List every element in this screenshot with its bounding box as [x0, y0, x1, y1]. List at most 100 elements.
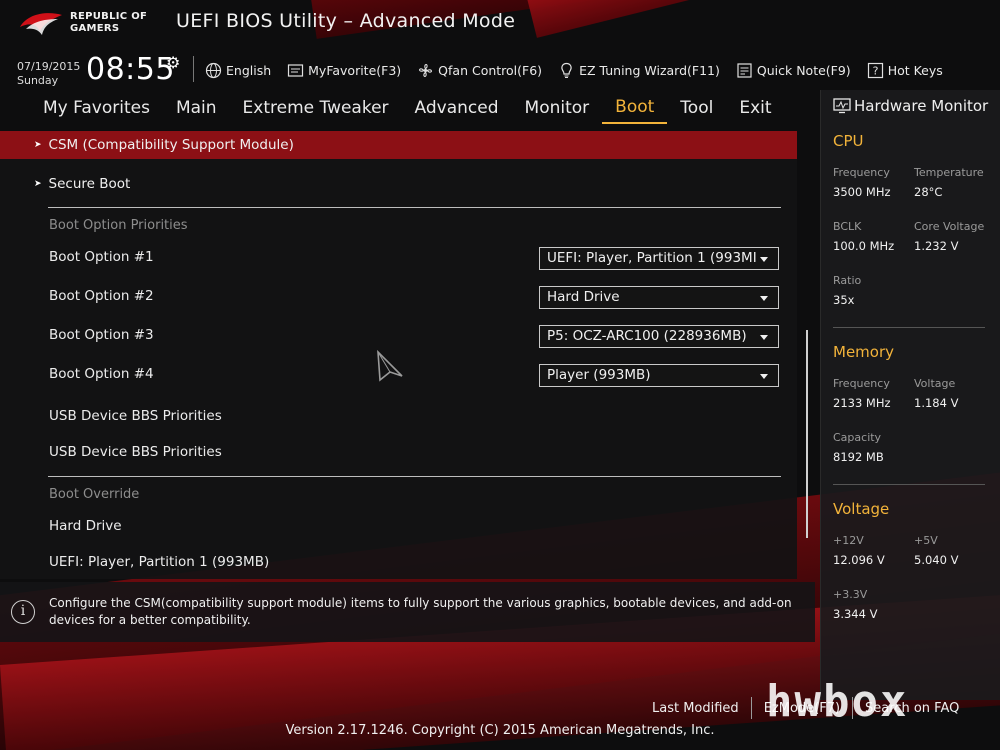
- boot-option-2-value: Hard Drive: [547, 289, 620, 305]
- boot-option-1-label: Boot Option #1: [49, 249, 154, 265]
- tab-main[interactable]: Main: [163, 96, 230, 124]
- note-icon: [736, 62, 753, 79]
- tab-boot[interactable]: Boot: [602, 96, 668, 124]
- help-bar: i Configure the CSM(compatibility suppor…: [0, 582, 815, 642]
- v33-label: +3.3V: [833, 588, 868, 601]
- hot-keys-button[interactable]: ? Hot Keys: [867, 62, 943, 79]
- fan-icon: [417, 62, 434, 79]
- boot-option-3-value: P5: OCZ-ARC100 (228936MB): [547, 328, 747, 344]
- secure-boot-label: Secure Boot: [48, 176, 131, 192]
- scrollbar[interactable]: [806, 330, 808, 538]
- tab-extreme-tweaker[interactable]: Extreme Tweaker: [230, 96, 402, 124]
- submenu-arrow-icon: ➤: [34, 140, 42, 150]
- tab-my-favorites[interactable]: My Favorites: [30, 96, 163, 124]
- day: Sunday: [17, 74, 59, 87]
- ez-tuning-button[interactable]: EZ Tuning Wizard(F11): [558, 62, 720, 79]
- chevron-down-icon: [760, 335, 768, 340]
- language-button[interactable]: English: [205, 62, 271, 79]
- tab-tool[interactable]: Tool: [667, 96, 726, 124]
- date-display: 07/19/2015 Sunday: [17, 60, 80, 88]
- cpu-temperature-label: Temperature: [914, 166, 984, 179]
- core-voltage-label: Core Voltage: [914, 220, 985, 233]
- tab-advanced[interactable]: Advanced: [402, 96, 512, 124]
- bclk-value: 100.0 MHz: [833, 239, 895, 253]
- v5-value: 5.040 V: [914, 553, 959, 567]
- ratio-label: Ratio: [833, 274, 862, 287]
- boot-priorities-heading: Boot Option Priorities: [49, 218, 188, 233]
- quick-note-button[interactable]: Quick Note(F9): [736, 62, 851, 79]
- secure-boot-menu-item[interactable]: ➤ Secure Boot: [34, 176, 130, 192]
- boot-override-heading: Boot Override: [49, 487, 140, 502]
- v5-label: +5V: [914, 534, 938, 547]
- qfan-button[interactable]: Qfan Control(F6): [417, 62, 542, 79]
- info-icon: i: [11, 600, 35, 624]
- chevron-down-icon: [760, 374, 768, 379]
- v33-value: 3.344 V: [833, 607, 878, 621]
- hot-keys-label: Hot Keys: [887, 62, 943, 78]
- boot-override-item[interactable]: UEFI: Player, Partition 1 (993MB): [49, 554, 269, 570]
- section-divider: [48, 207, 781, 208]
- gear-icon[interactable]: ⚙: [166, 53, 180, 72]
- hardware-monitor-panel: Hardware Monitor CPU Frequency Temperatu…: [820, 90, 1000, 700]
- rog-eye-icon: [20, 13, 62, 35]
- v12-value: 12.096 V: [833, 553, 885, 567]
- tab-monitor[interactable]: Monitor: [512, 96, 603, 124]
- core-voltage-value: 1.232 V: [914, 239, 959, 253]
- csm-menu-item[interactable]: ➤ CSM (Compatibility Support Module): [34, 137, 294, 153]
- usb-bbs-priorities-item-2[interactable]: USB Device BBS Priorities: [49, 444, 222, 460]
- tab-exit[interactable]: Exit: [726, 96, 784, 124]
- cpu-heading: CPU: [833, 132, 864, 150]
- boot-option-4-select[interactable]: Player (993MB): [539, 364, 779, 387]
- memory-frequency-label: Frequency: [833, 377, 890, 390]
- hw-divider: [833, 327, 985, 328]
- boot-option-1-value: UEFI: Player, Partition 1 (993MI: [547, 250, 757, 266]
- chevron-down-icon: [760, 257, 768, 262]
- memory-heading: Memory: [833, 343, 895, 361]
- hwbox-watermark: hwbox: [766, 676, 909, 727]
- toolbar-divider: [193, 56, 194, 82]
- memory-capacity-value: 8192 MB: [833, 450, 884, 464]
- clock[interactable]: 08:55: [86, 52, 175, 87]
- cpu-frequency-value: 3500 MHz: [833, 185, 891, 199]
- monitor-icon: [833, 98, 851, 114]
- memory-frequency-value: 2133 MHz: [833, 396, 891, 410]
- boot-override-item[interactable]: Hard Drive: [49, 518, 122, 534]
- boot-option-3-label: Boot Option #3: [49, 327, 154, 343]
- rog-logo: REPUBLIC OF GAMERS: [18, 7, 168, 41]
- hardware-monitor-label: Hardware Monitor: [854, 97, 989, 115]
- boot-option-3-select[interactable]: P5: OCZ-ARC100 (228936MB): [539, 325, 779, 348]
- v12-label: +12V: [833, 534, 864, 547]
- globe-icon: [205, 62, 222, 79]
- language-label: English: [226, 62, 272, 78]
- voltage-heading: Voltage: [833, 500, 890, 518]
- memory-voltage-label: Voltage: [914, 377, 956, 390]
- bclk-label: BCLK: [833, 220, 862, 233]
- ez-tuning-label: EZ Tuning Wizard(F11): [579, 62, 720, 78]
- qfan-label: Qfan Control(F6): [438, 62, 543, 78]
- main-menu: My Favorites Main Extreme Tweaker Advanc…: [30, 96, 785, 124]
- boot-option-2-select[interactable]: Hard Drive: [539, 286, 779, 309]
- memory-capacity-label: Capacity: [833, 431, 882, 444]
- ratio-value: 35x: [833, 293, 855, 307]
- header: REPUBLIC OF GAMERS UEFI BIOS Utility – A…: [0, 0, 1000, 96]
- logo-text-line1: REPUBLIC OF: [70, 11, 148, 22]
- logo-text-line2: GAMERS: [70, 23, 120, 34]
- boot-option-1-select[interactable]: UEFI: Player, Partition 1 (993MI: [539, 247, 779, 270]
- myfavorite-button[interactable]: MyFavorite(F3): [287, 62, 401, 79]
- memory-voltage-value: 1.184 V: [914, 396, 959, 410]
- boot-option-4-label: Boot Option #4: [49, 366, 154, 382]
- svg-text:?: ?: [872, 64, 878, 77]
- usb-bbs-priorities-item-1[interactable]: USB Device BBS Priorities: [49, 408, 222, 424]
- help-description: Configure the CSM(compatibility support …: [49, 596, 792, 627]
- submenu-arrow-icon: ➤: [34, 179, 42, 189]
- app-title: UEFI BIOS Utility – Advanced Mode: [176, 10, 516, 32]
- myfavorite-label: MyFavorite(F3): [308, 62, 402, 78]
- hw-divider: [833, 484, 985, 485]
- quick-note-label: Quick Note(F9): [756, 62, 851, 78]
- favorite-icon: [287, 62, 304, 79]
- hardware-monitor-title[interactable]: Hardware Monitor: [833, 97, 988, 115]
- section-divider: [48, 476, 781, 477]
- question-icon: ?: [867, 62, 884, 79]
- csm-label: CSM (Compatibility Support Module): [48, 137, 294, 153]
- last-modified-button[interactable]: Last Modified: [640, 701, 751, 716]
